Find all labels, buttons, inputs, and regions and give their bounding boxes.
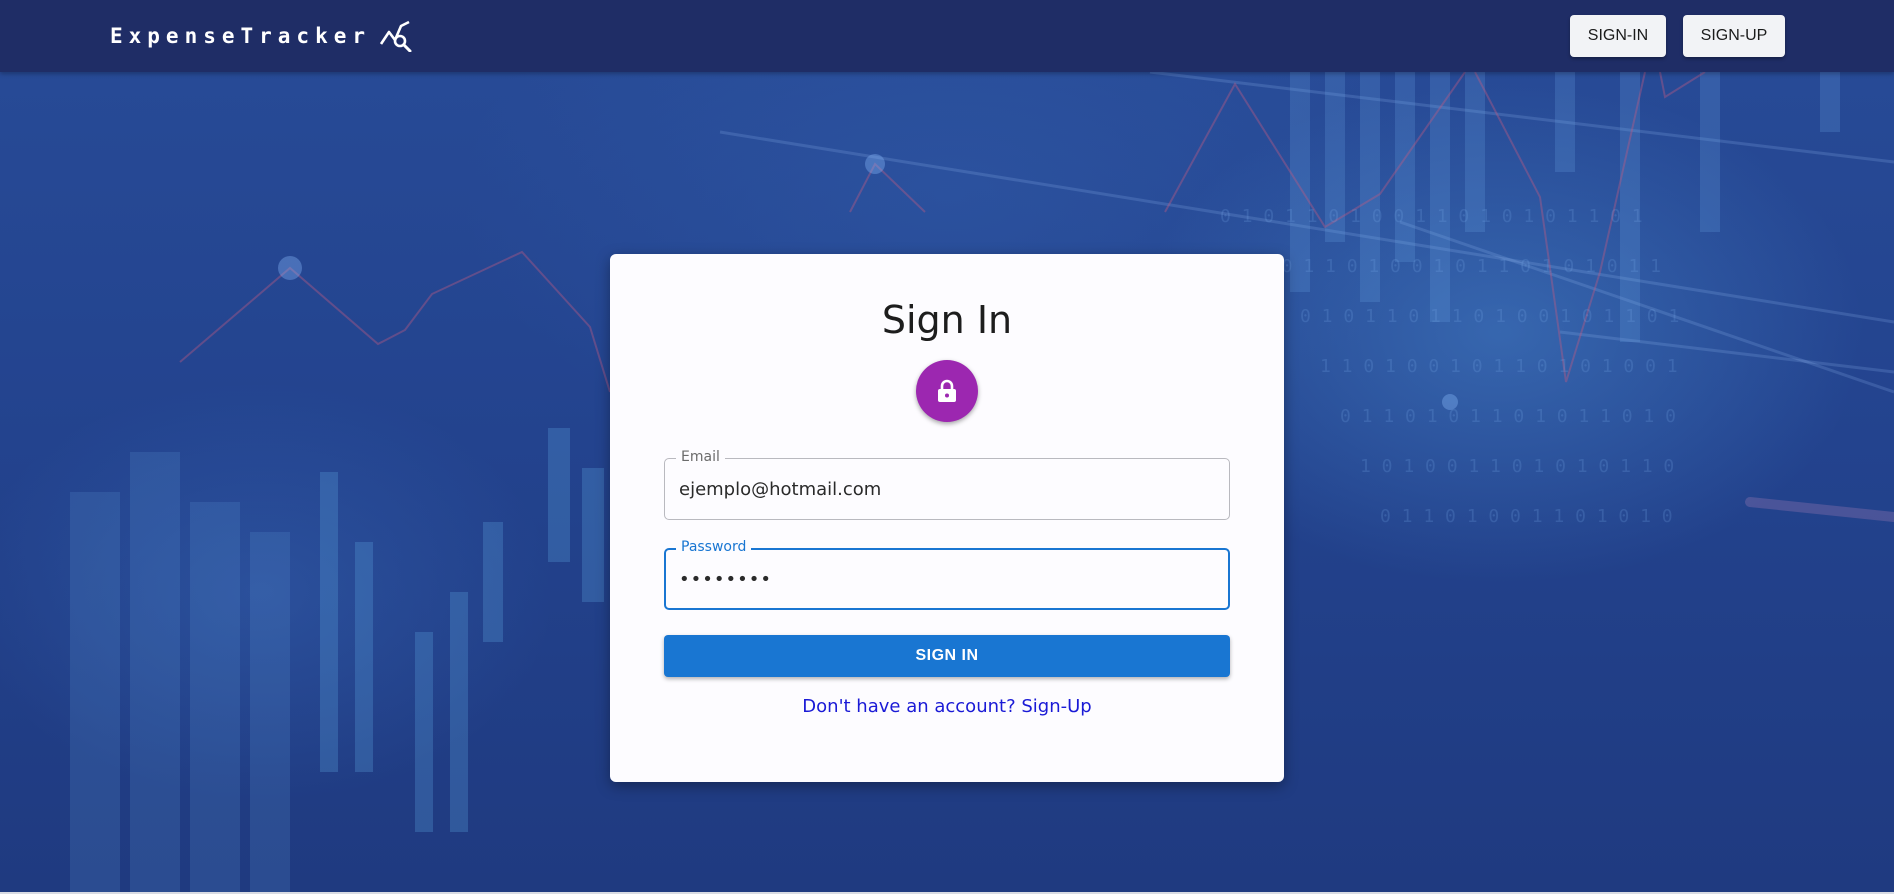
- chart-search-icon: [379, 20, 412, 52]
- email-input[interactable]: [679, 459, 1209, 519]
- svg-text:1 1 0 1 0 0 1 0 1 1 0 1 0 1 0: 1 1 0 1 0 0 1 0 1 1 0 1 0 1 0 0 1: [1320, 356, 1678, 377]
- svg-text:0 1 1 0 1 0 0 1 1 0 1 0 1 0: 0 1 1 0 1 0 0 1 1 0 1 0 1 0: [1380, 506, 1673, 527]
- nav-signup-button[interactable]: SIGN-UP: [1683, 15, 1785, 57]
- lock-icon: [938, 379, 956, 402]
- page-title: Sign In: [881, 298, 1013, 342]
- app-bar: ExpenseTracker SIGN-IN SIGN-UP: [0, 0, 1894, 72]
- signup-link[interactable]: Don't have an account? Sign-Up: [610, 696, 1284, 717]
- brand-name: ExpenseTracker: [110, 24, 372, 48]
- svg-text:0 1 1 0 1 0 1 1 0 1 0 1 1 0 1: 0 1 1 0 1 0 1 1 0 1 0 1 1 0 1 0: [1340, 406, 1676, 427]
- svg-text:0 1 0 1 1 0 1 1 0 1 0 0 1 0 1: 0 1 0 1 1 0 1 1 0 1 0 0 1 0 1 1 0 1: [1300, 306, 1679, 327]
- avatar: [916, 360, 978, 422]
- signin-card: Sign In Email Password SIGN IN Don't hav…: [610, 254, 1284, 782]
- password-input[interactable]: [679, 550, 1209, 608]
- password-field: Password: [664, 539, 1230, 610]
- svg-text:0 1 0 1 1 0 1 0 0 1 1 0 1 0 1: 0 1 0 1 1 0 1 0 0 1 1 0 1 0 1 0 1 1 0 1: [1220, 206, 1643, 227]
- svg-text:1 0 1 1 0 1 0 0 1 0 1 1 0 1 0: 1 0 1 1 0 1 0 0 1 0 1 1 0 1 0 1 0 1 1: [1260, 256, 1661, 277]
- svg-text:1 0 1 0 0 1 1 0 1 0 1 0 1 1 0: 1 0 1 0 0 1 1 0 1 0 1 0 1 1 0: [1360, 456, 1674, 477]
- nav-signin-button[interactable]: SIGN-IN: [1570, 15, 1666, 57]
- email-field: Email: [664, 449, 1230, 520]
- brand-logo[interactable]: ExpenseTracker: [110, 20, 413, 52]
- signin-submit-button[interactable]: SIGN IN: [664, 635, 1230, 677]
